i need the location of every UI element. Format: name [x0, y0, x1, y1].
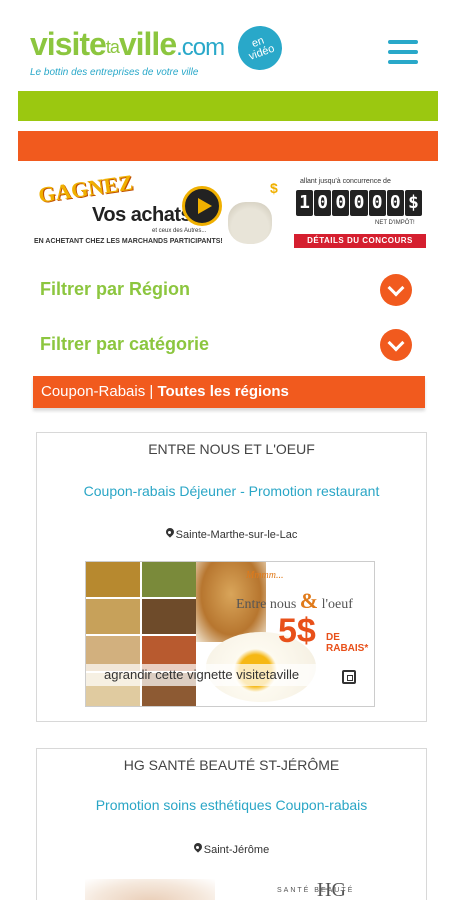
filter-region[interactable]: Filtrer par Région [30, 270, 426, 310]
dollar-sparkle-icon: $ [270, 180, 278, 196]
enlarge-caption[interactable]: agrandir cette vignette visitetaville [86, 664, 374, 686]
chevron-down-icon[interactable] [380, 274, 412, 306]
hamburger-menu-icon[interactable] [388, 40, 418, 64]
contest-details-button[interactable]: DÉTAILS DU CONCOURS [294, 234, 426, 248]
banner-prize-intro: allant jusqu'à concurrence de [300, 178, 391, 185]
coupon-image[interactable]: Mmmm... Entre nous & l'oeuf 5$ DE RABAIS… [85, 561, 375, 707]
coupon-brand: Entre nous & l'oeuf [236, 588, 353, 613]
coupon-amount: 5$ [278, 612, 316, 650]
hg-logo-text: SANTÉ BEAUTÉ [277, 887, 355, 894]
logo-tagline: Le bottin des entreprises de votre ville [30, 67, 199, 78]
listing-title-link[interactable]: Promotion soins esthétiques Coupon-rabai… [37, 797, 426, 813]
orange-banner-bar [18, 131, 438, 161]
listing-card[interactable]: ENTRE NOUS ET L'OEUF Coupon-rabais Déjeu… [36, 432, 427, 722]
money-bag-icon [228, 202, 272, 244]
contest-banner[interactable]: GAGNEZ Vos achats et ceux des Autres... … [30, 172, 426, 256]
filter-category[interactable]: Filtrer par catégorie [30, 325, 426, 365]
business-name: HG SANTÉ BEAUTÉ ST-JÉRÔME [123, 757, 340, 773]
site-logo[interactable]: visitetaville.com Le bottin des entrepri… [30, 26, 225, 78]
location-pin-icon [166, 528, 174, 539]
banner-prize-amount: 1 0 0 0 0 0 $ [296, 190, 422, 216]
coupon-hmm-text: Mmmm... [246, 570, 284, 581]
banner-net-label: NET D'IMPÔT! [375, 220, 415, 226]
banner-subline: et ceux des Autres... [152, 228, 207, 234]
section-heading: Coupon-Rabais | Toutes les régions [33, 376, 425, 408]
listing-photo [85, 879, 215, 900]
listing-card[interactable]: HG SANTÉ BEAUTÉ ST-JÉRÔME Promotion soin… [36, 748, 427, 900]
video-badge: en vidéo [231, 19, 289, 77]
banner-headline: Vos achats [92, 204, 192, 226]
location-pin-icon [194, 843, 202, 854]
expand-icon[interactable] [342, 670, 356, 684]
business-name: ENTRE NOUS ET L'OEUF [148, 441, 315, 457]
green-banner-bar [18, 91, 438, 121]
listing-location: Saint-Jérôme [37, 843, 426, 856]
chevron-down-icon[interactable] [380, 329, 412, 361]
header: visitetaville.com Le bottin des entrepri… [0, 0, 450, 90]
filter-region-label: Filtrer par Région [40, 279, 191, 299]
banner-conditions: EN ACHETANT CHEZ LES MARCHANDS PARTICIPA… [34, 238, 223, 245]
filter-category-label: Filtrer par catégorie [40, 334, 210, 354]
logo-wordmark: visitetaville.com [30, 26, 225, 62]
listing-title-link[interactable]: Coupon-rabais Déjeuner - Promotion resta… [37, 483, 426, 499]
listing-location: Sainte-Marthe-sur-le-Lac [37, 528, 426, 541]
coupon-rabais-label: DE RABAIS* [326, 632, 369, 654]
play-icon[interactable] [182, 186, 222, 226]
